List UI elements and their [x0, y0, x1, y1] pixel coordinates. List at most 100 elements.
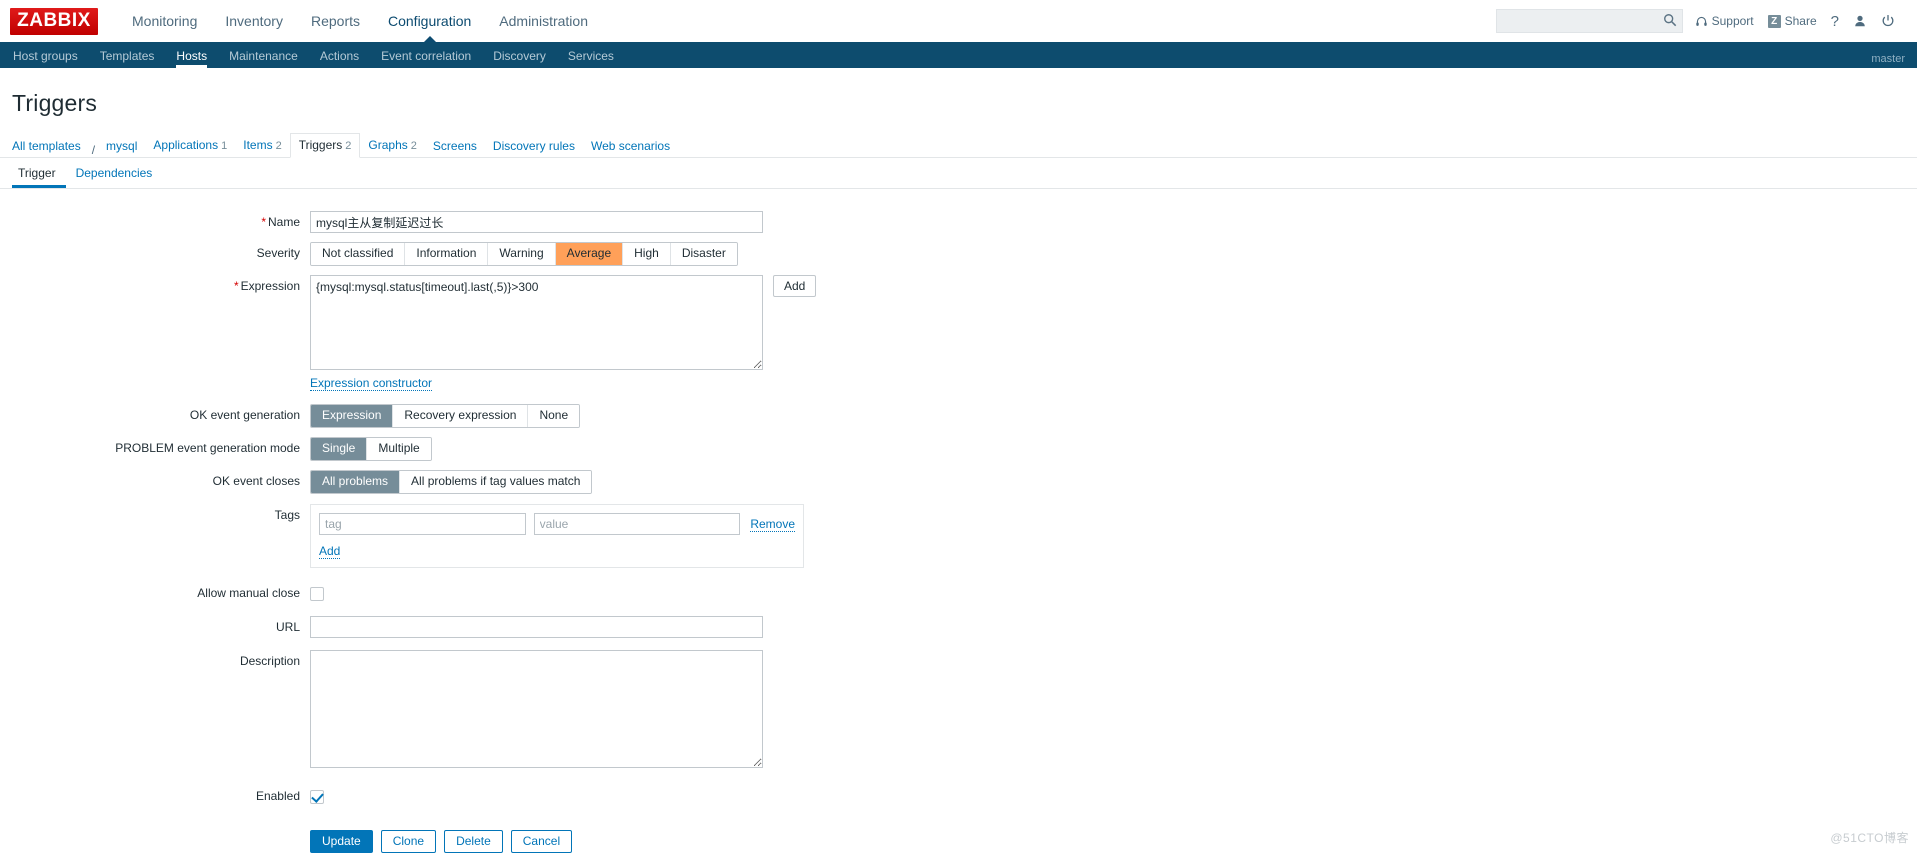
tab-dependencies[interactable]: Dependencies: [66, 159, 163, 188]
object-tab-label: Triggers: [298, 138, 343, 152]
severity-option-high[interactable]: High: [623, 243, 671, 265]
url-label: URL: [275, 620, 300, 634]
name-label: * Name: [261, 215, 300, 229]
nav-item-reports[interactable]: Reports: [297, 0, 374, 42]
object-tab-screens[interactable]: Screens: [425, 135, 485, 157]
severity-option-information[interactable]: Information: [405, 243, 489, 265]
ok-event-generation-option-recovery-expression[interactable]: Recovery expression: [393, 405, 529, 427]
field-row-actions: Update Clone Delete Cancel: [0, 816, 1917, 853]
description-label: Description: [239, 654, 300, 668]
field-row-problem-event-generation-mode: PROBLEM event generation mode Single Mul…: [0, 437, 1917, 461]
subnav-item-services[interactable]: Services: [557, 44, 625, 68]
object-tab-count: 1: [221, 140, 228, 152]
enabled-label: Enabled: [255, 789, 300, 803]
allow-manual-close-label: Allow manual close: [197, 586, 300, 600]
severity-option-average[interactable]: Average: [555, 243, 624, 265]
delete-button[interactable]: Delete: [444, 830, 503, 853]
problem-mode-option-multiple[interactable]: Multiple: [367, 438, 431, 460]
subnav-item-host-groups[interactable]: Host groups: [2, 44, 89, 68]
subnav-item-templates[interactable]: Templates: [89, 44, 166, 68]
object-tab-discovery-rules[interactable]: Discovery rules: [485, 135, 583, 157]
support-label: Support: [1711, 14, 1754, 28]
zabbix-logo[interactable]: ZABBIX: [10, 7, 98, 35]
field-row-ok-event-closes: OK event closes All problems All problem…: [0, 470, 1917, 494]
breadcrumb: All templates / mysql Applications 1 Item…: [0, 133, 1917, 158]
breadcrumb-all-templates[interactable]: All templates: [12, 135, 89, 157]
enabled-checkbox[interactable]: [310, 789, 324, 804]
share-icon: Z: [1767, 14, 1781, 28]
object-tab-count: 2: [410, 140, 417, 152]
ok-event-generation-option-none[interactable]: None: [528, 405, 580, 427]
object-tab-applications[interactable]: Applications 1: [145, 134, 235, 157]
description-textarea[interactable]: [310, 650, 763, 768]
share-label: Share: [1784, 14, 1817, 28]
object-tab-web-scenarios[interactable]: Web scenarios: [583, 135, 678, 157]
nav-item-inventory[interactable]: Inventory: [211, 0, 297, 42]
tags-container: Remove Add: [310, 504, 804, 568]
form-action-buttons: Update Clone Delete Cancel: [310, 830, 1917, 853]
severity-label: Severity: [256, 246, 300, 260]
ok-event-closes-option-all-problems[interactable]: All problems: [311, 471, 401, 493]
object-tab-items[interactable]: Items 2: [235, 134, 289, 157]
ok-event-generation-option-expression[interactable]: Expression: [311, 405, 394, 427]
allow-manual-close-checkbox[interactable]: [310, 586, 324, 601]
clone-button[interactable]: Clone: [380, 830, 437, 853]
field-row-enabled: Enabled: [0, 785, 1917, 807]
ok-event-generation-label: OK event generation: [189, 408, 300, 422]
problem-mode-option-single[interactable]: Single: [311, 438, 368, 460]
trigger-form: *Name Severity Not classified Informatio…: [0, 189, 1917, 853]
tag-name-input[interactable]: [319, 513, 526, 535]
nav-item-monitoring[interactable]: Monitoring: [118, 0, 211, 42]
nav-item-administration[interactable]: Administration: [485, 0, 602, 42]
support-link[interactable]: Support: [1695, 14, 1754, 28]
page-title: Triggers: [12, 90, 98, 116]
power-icon[interactable]: [1881, 14, 1895, 28]
nav-item-configuration[interactable]: Configuration: [374, 0, 485, 43]
severity-option-disaster[interactable]: Disaster: [670, 243, 737, 265]
tab-trigger[interactable]: Trigger: [12, 159, 66, 188]
expression-textarea[interactable]: {mysql:mysql.status[timeout].last(,5)}>3…: [310, 275, 763, 370]
help-icon[interactable]: ?: [1831, 13, 1839, 30]
watermark: @51CTO博客: [1830, 831, 1909, 845]
field-row-expression: * Expression {mysql:mysql.status[timeout]…: [0, 275, 1917, 391]
severity-option-warning[interactable]: Warning: [488, 243, 556, 265]
tag-row: Remove: [319, 513, 795, 535]
severity-option-not-classified[interactable]: Not classified: [311, 243, 406, 265]
cancel-button[interactable]: Cancel: [510, 830, 573, 853]
field-row-allow-manual-close: Allow manual close: [0, 582, 1917, 604]
tag-remove-link[interactable]: Remove: [750, 517, 795, 532]
name-input[interactable]: [310, 211, 763, 233]
object-tab-triggers[interactable]: Triggers 2: [289, 133, 361, 158]
main-navigation: Monitoring Inventory Reports Configurati…: [118, 0, 602, 43]
field-row-url: URL: [0, 616, 1917, 638]
object-tab-count: 2: [275, 140, 282, 152]
search-icon[interactable]: [1663, 13, 1677, 27]
severity-radio-group: Not classified Information Warning Avera…: [310, 242, 738, 266]
tag-add-link[interactable]: Add: [319, 544, 341, 559]
update-button[interactable]: Update: [310, 830, 373, 853]
user-icon[interactable]: [1853, 14, 1867, 28]
breadcrumb-separator: /: [91, 143, 96, 157]
search-input[interactable]: [1496, 10, 1655, 32]
object-tab-label: Applications: [153, 138, 219, 152]
ok-event-closes-radio-group: All problems All problems if tag values …: [310, 470, 593, 494]
app-header: ZABBIX Monitoring Inventory Reports Conf…: [0, 0, 1917, 43]
object-tab-graphs[interactable]: Graphs 2: [360, 134, 424, 157]
ok-event-closes-option-tag-values-match[interactable]: All problems if tag values match: [400, 471, 592, 493]
subnav-item-hosts[interactable]: Hosts: [165, 44, 218, 68]
subnav-item-discovery[interactable]: Discovery: [482, 44, 557, 68]
subnav-item-maintenance[interactable]: Maintenance: [218, 44, 309, 68]
ok-event-generation-radio-group: Expression Recovery expression None: [310, 404, 581, 428]
share-link[interactable]: Z Share: [1767, 14, 1817, 28]
tag-value-input[interactable]: [533, 513, 741, 535]
required-marker: *: [233, 279, 239, 293]
breadcrumb-template-mysql[interactable]: mysql: [98, 135, 145, 157]
headset-icon: [1695, 16, 1707, 26]
expression-add-button[interactable]: Add: [773, 275, 817, 297]
url-input[interactable]: [310, 616, 763, 638]
form-tabs: Trigger Dependencies: [0, 158, 1917, 189]
subnav-item-actions[interactable]: Actions: [309, 44, 370, 68]
global-search[interactable]: [1495, 9, 1683, 33]
subnav-item-event-correlation[interactable]: Event correlation: [370, 44, 482, 68]
expression-constructor-link[interactable]: Expression constructor: [310, 376, 433, 391]
